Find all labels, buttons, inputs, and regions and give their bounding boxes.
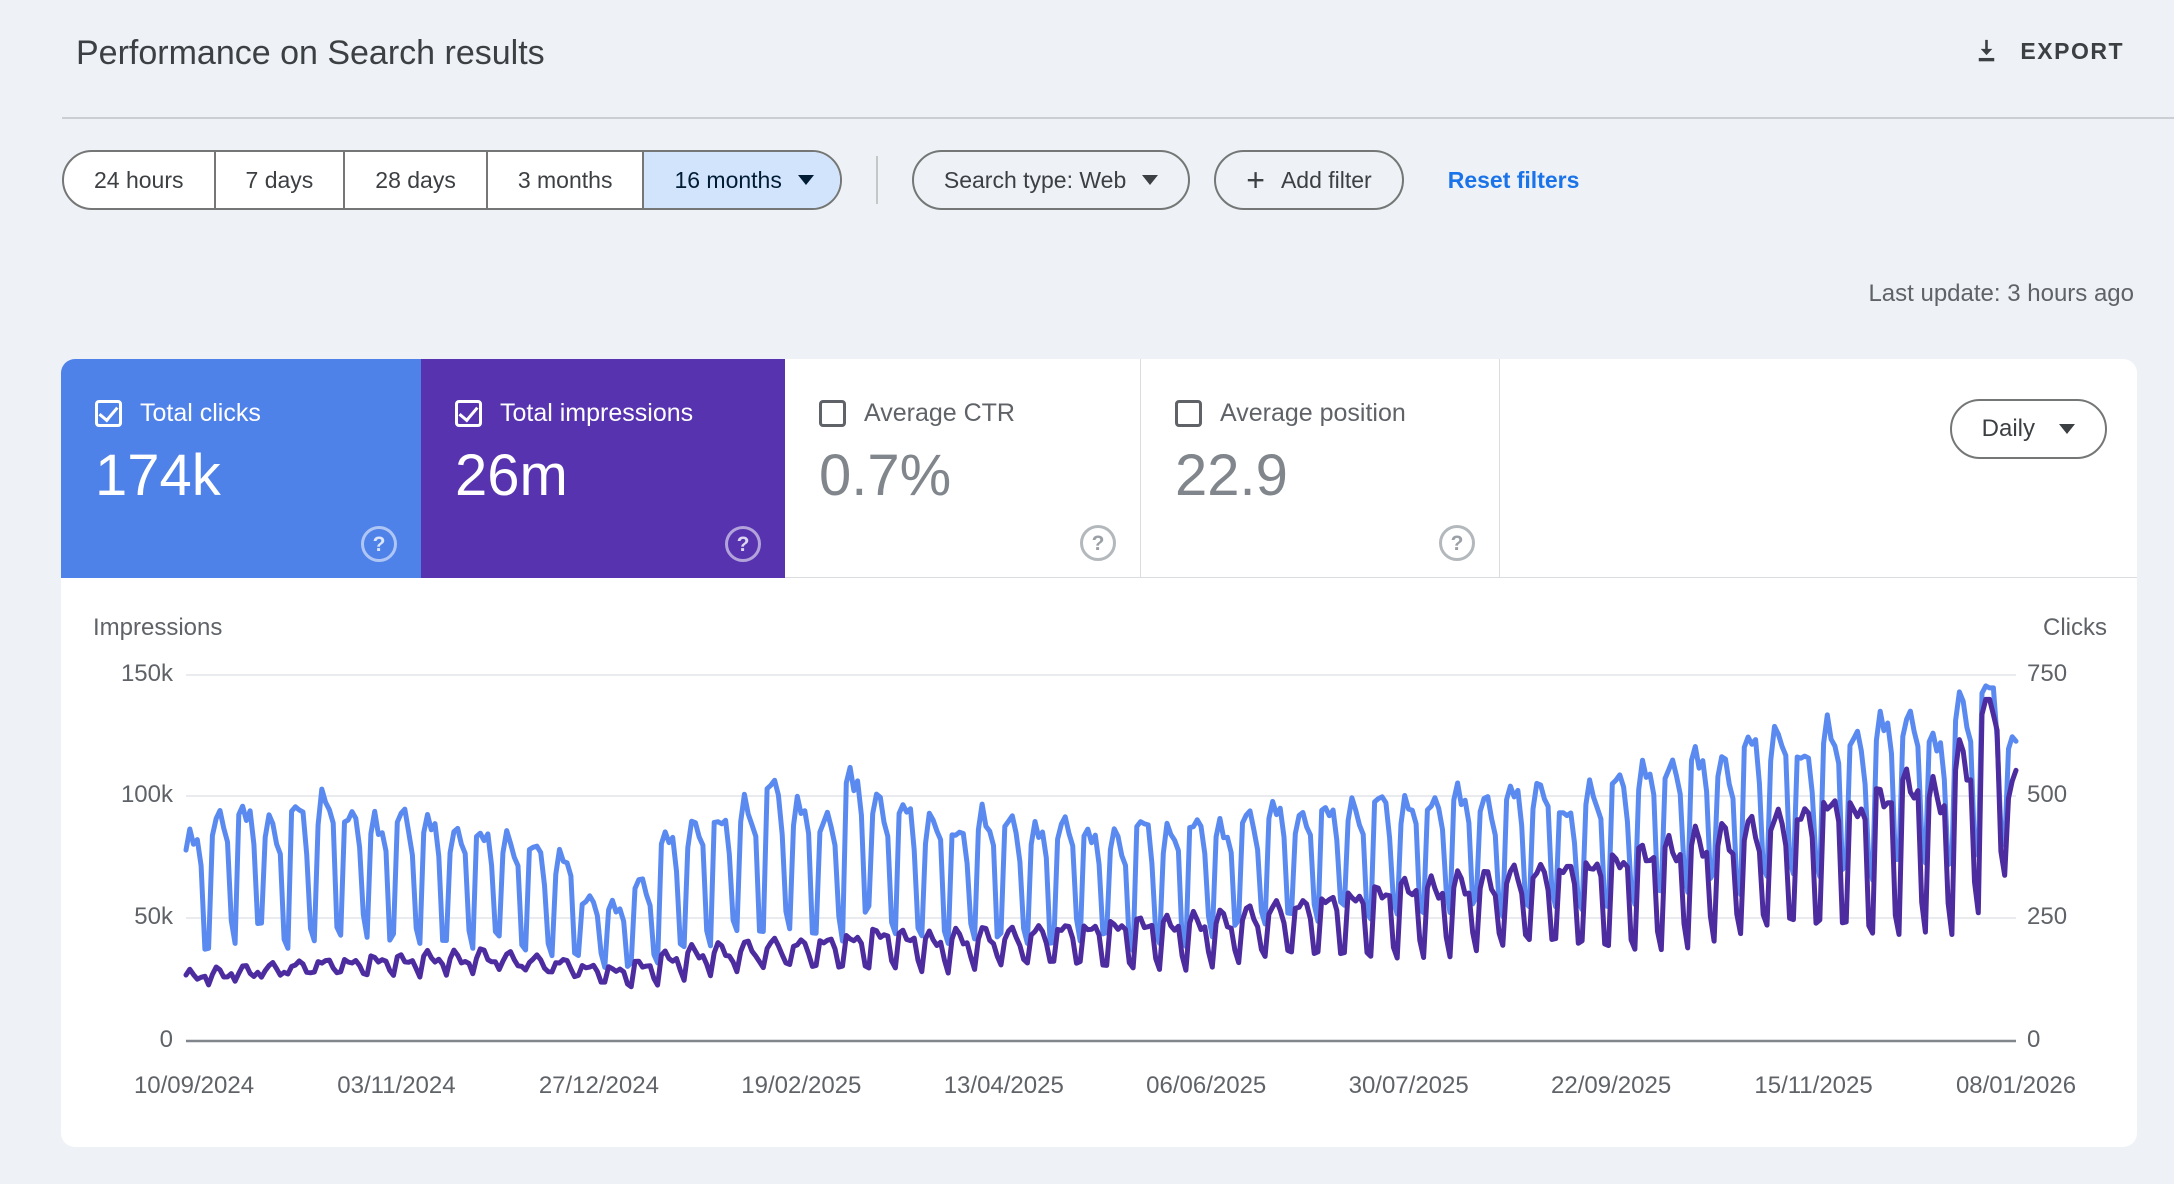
right-axis-tick-label: 0	[2027, 1026, 2041, 1053]
x-axis-date-label: 08/01/2026	[1955, 1072, 2077, 1099]
x-axis-date-label: 27/12/2024	[538, 1072, 659, 1099]
left-axis-tick-label: 100k	[120, 781, 173, 808]
x-axis-date-label: 10/09/2024	[133, 1072, 255, 1099]
export-button[interactable]: EXPORT	[1971, 36, 2124, 67]
x-axis-date-label: 06/06/2025	[1146, 1072, 1267, 1099]
filter-bar: 24 hours 7 days 28 days 3 months 16 mont…	[62, 150, 1579, 210]
metric-value: 22.9	[1175, 443, 1288, 508]
metric-value: 26m	[455, 443, 568, 508]
metric-cards-row: Total clicks 174k ? Total impressions 26…	[61, 359, 2137, 578]
caret-down-icon	[797, 175, 814, 185]
date-range-16-months-label: 16 months	[674, 166, 782, 193]
metric-card-total-clicks[interactable]: Total clicks 174k ?	[61, 359, 421, 578]
granularity-label: Daily	[1981, 415, 2035, 442]
x-axis-date-label: 19/02/2025	[741, 1072, 862, 1099]
granularity-dropdown[interactable]: Daily	[1949, 399, 2107, 459]
checkbox-icon-unchecked[interactable]	[819, 400, 846, 427]
metric-card-average-ctr[interactable]: Average CTR 0.7% ?	[785, 359, 1141, 578]
right-axis-tick-label: 250	[2027, 903, 2068, 930]
date-range-segmented-control: 24 hours 7 days 28 days 3 months 16 mont…	[62, 150, 842, 210]
right-axis-tick-label: 750	[2027, 660, 2068, 687]
date-range-28-days[interactable]: 28 days	[345, 152, 488, 208]
export-label: EXPORT	[2020, 38, 2124, 64]
left-axis-tick-label: 150k	[120, 660, 173, 687]
checkbox-icon-checked[interactable]	[455, 400, 482, 427]
search-type-label: Search type: Web	[943, 166, 1127, 193]
x-axis-date-label: 03/11/2024	[337, 1072, 456, 1099]
metric-value: 0.7%	[819, 443, 952, 508]
add-filter-button[interactable]: + Add filter	[1214, 150, 1404, 210]
right-axis-tick-label: 500	[2027, 781, 2068, 808]
checkbox-icon-unchecked[interactable]	[1175, 400, 1202, 427]
metric-label: Average CTR	[864, 399, 1015, 427]
performance-chart: Impressions Clicks 150k 100k 50k 0 750 500 250…	[61, 578, 2137, 1147]
date-range-24-hours[interactable]: 24 hours	[64, 152, 216, 208]
reset-filters-link[interactable]: Reset filters	[1448, 167, 1580, 194]
help-circle-icon[interactable]: ?	[725, 526, 761, 562]
metric-card-average-position[interactable]: Average position 22.9 ?	[1141, 359, 1500, 578]
checkbox-icon-checked[interactable]	[95, 400, 122, 427]
filter-divider	[875, 156, 878, 204]
date-range-16-months-selected[interactable]: 16 months	[644, 152, 840, 208]
search-type-dropdown[interactable]: Search type: Web	[911, 150, 1191, 210]
performance-panel: Total clicks 174k ? Total impressions 26…	[61, 359, 2137, 1147]
x-axis-date-label: 15/11/2025	[1754, 1072, 1873, 1099]
help-circle-icon[interactable]: ?	[1080, 525, 1116, 561]
date-range-3-months[interactable]: 3 months	[488, 152, 645, 208]
help-circle-icon[interactable]: ?	[361, 526, 397, 562]
metric-row-filler: Daily	[1500, 359, 2137, 578]
chart-canvas	[183, 674, 2019, 1043]
caret-down-icon	[2059, 424, 2075, 434]
left-axis-tick-label: 0	[159, 1026, 173, 1053]
plus-icon: +	[1246, 162, 1265, 198]
x-axis-date-label: 22/09/2025	[1551, 1072, 1672, 1099]
left-axis-tick-label: 50k	[134, 903, 173, 930]
metric-value: 174k	[95, 443, 221, 508]
add-filter-label: Add filter	[1280, 166, 1372, 193]
caret-down-icon	[1142, 175, 1159, 185]
header-divider	[62, 117, 2174, 119]
x-axis-date-label: 30/07/2025	[1348, 1072, 1469, 1099]
metric-card-total-impressions[interactable]: Total impressions 26m ?	[421, 359, 785, 578]
metric-label: Total clicks	[140, 399, 261, 427]
help-circle-icon[interactable]: ?	[1439, 525, 1475, 561]
last-update-text: Last update: 3 hours ago	[1868, 280, 2134, 307]
metric-label: Average position	[1220, 399, 1406, 427]
metric-label: Total impressions	[500, 399, 694, 427]
download-icon	[1971, 36, 2002, 67]
page-title: Performance on Search results	[76, 34, 545, 72]
x-axis-date-label: 13/04/2025	[943, 1072, 1064, 1099]
date-range-7-days[interactable]: 7 days	[216, 152, 346, 208]
